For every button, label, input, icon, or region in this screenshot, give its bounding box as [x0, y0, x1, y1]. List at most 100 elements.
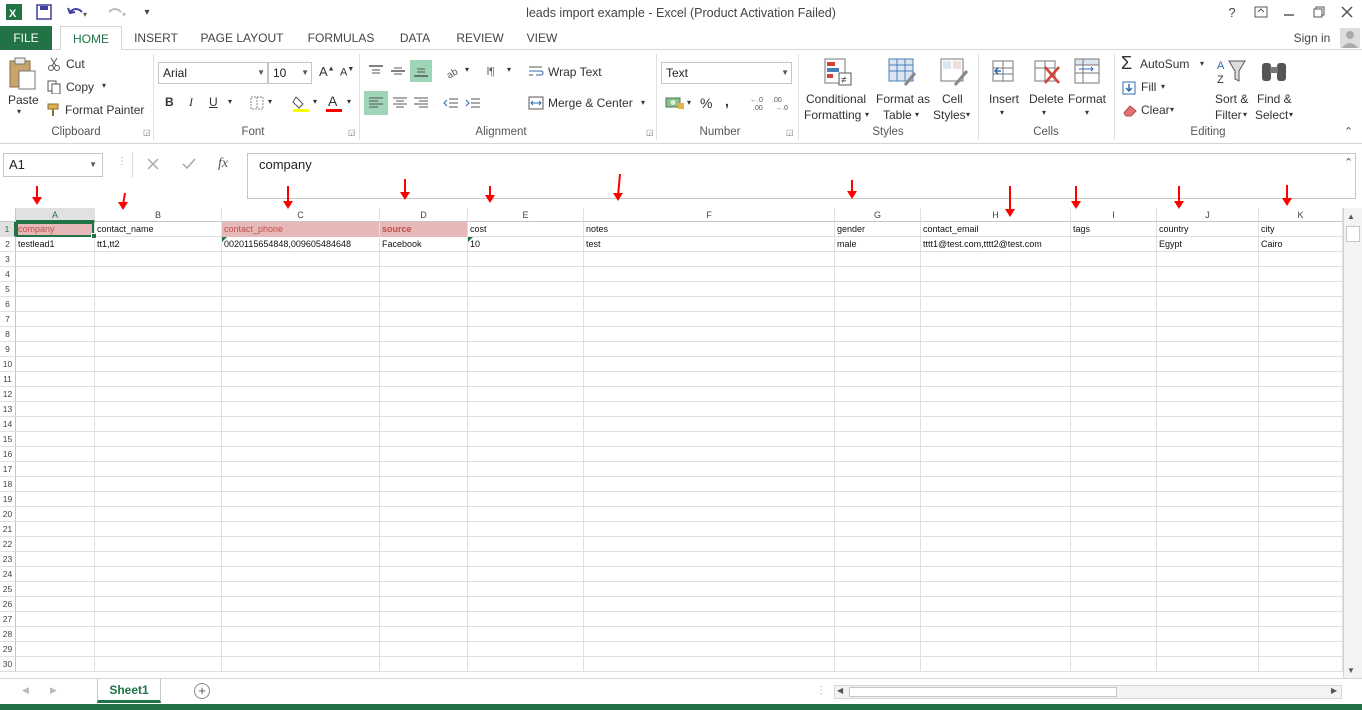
tab-file[interactable]: FILE — [0, 26, 52, 50]
insert-cells-icon[interactable] — [988, 56, 1020, 88]
accounting-dropdown-icon[interactable]: ▾ — [687, 98, 691, 107]
tab-view[interactable]: VIEW — [520, 26, 564, 50]
format-as-table-icon[interactable] — [886, 56, 918, 88]
conditional-formatting-icon[interactable]: ≠ — [822, 56, 854, 88]
sort-filter-dropdown-icon[interactable]: ▾ — [1243, 110, 1247, 119]
middle-align-icon[interactable] — [388, 62, 408, 80]
column-header[interactable]: I — [1071, 208, 1157, 222]
cell[interactable]: test — [584, 237, 834, 252]
bottom-align-icon[interactable] — [410, 60, 432, 82]
font-size-select[interactable]: 10 ▼ — [268, 62, 312, 84]
decrease-font-icon[interactable]: A▼ — [340, 66, 354, 79]
clear-button[interactable]: Clear — [1141, 103, 1170, 117]
row-header[interactable]: 3 — [0, 252, 16, 267]
wrap-text-icon[interactable] — [527, 62, 545, 80]
prev-sheet-icon[interactable]: ◀ — [22, 685, 29, 696]
text-direction-icon[interactable]: ¶ — [485, 62, 505, 80]
cell[interactable]: contact_email — [921, 222, 1070, 237]
row-header[interactable]: 1 — [0, 222, 16, 237]
cut-icon[interactable] — [46, 56, 62, 72]
delete-dropdown-icon[interactable]: ▾ — [1042, 108, 1046, 117]
copy-icon[interactable] — [46, 79, 62, 95]
percent-style-button[interactable]: % — [700, 95, 712, 111]
comma-style-button[interactable]: , — [725, 93, 729, 109]
ribbon-display-icon[interactable] — [1252, 3, 1270, 21]
alignment-launcher-icon[interactable]: ◲ — [646, 128, 654, 137]
cell[interactable]: tttt1@test.com,tttt2@test.com — [921, 237, 1070, 252]
cell[interactable]: Egypt — [1157, 237, 1258, 252]
row-header[interactable]: 14 — [0, 417, 16, 432]
column-header[interactable]: G — [835, 208, 921, 222]
cell[interactable]: company — [16, 222, 94, 237]
align-left-icon[interactable] — [364, 91, 388, 115]
cell[interactable]: city — [1259, 222, 1342, 237]
orientation-icon[interactable]: ab — [444, 62, 464, 80]
formula-input[interactable]: company — [247, 153, 1356, 199]
row-header[interactable]: 21 — [0, 522, 16, 537]
autosum-dropdown-icon[interactable]: ▾ — [1200, 59, 1204, 68]
cell[interactable]: country — [1157, 222, 1258, 237]
cell[interactable]: contact_phone — [222, 222, 379, 237]
format-dropdown-icon[interactable]: ▾ — [1085, 108, 1089, 117]
paste-dropdown-icon[interactable]: ▾ — [17, 107, 21, 116]
merge-center-icon[interactable] — [527, 94, 545, 112]
format-painter-button[interactable]: Format Painter — [65, 103, 144, 117]
copy-dropdown-icon[interactable]: ▾ — [102, 81, 106, 90]
column-header[interactable]: K — [1259, 208, 1343, 222]
increase-indent-icon[interactable] — [463, 93, 483, 113]
scroll-left-icon[interactable]: ◀ — [837, 686, 843, 695]
fill-color-icon[interactable] — [291, 94, 311, 112]
row-header[interactable]: 5 — [0, 282, 16, 297]
row-header[interactable]: 26 — [0, 597, 16, 612]
tab-review[interactable]: REVIEW — [450, 26, 510, 50]
column-header[interactable]: D — [380, 208, 468, 222]
row-header[interactable]: 29 — [0, 642, 16, 657]
error-indicator-icon[interactable] — [468, 237, 473, 242]
sign-in-link[interactable]: Sign in — [1290, 26, 1334, 50]
collapse-ribbon-icon[interactable]: ⌃ — [1344, 125, 1353, 138]
top-align-icon[interactable] — [366, 62, 386, 80]
column-header[interactable]: J — [1157, 208, 1259, 222]
clipboard-launcher-icon[interactable]: ◲ — [143, 128, 151, 137]
cell[interactable]: tt1,tt2 — [95, 237, 221, 252]
paste-icon[interactable] — [6, 56, 38, 92]
borders-dropdown-icon[interactable]: ▾ — [268, 97, 272, 106]
row-header[interactable]: 22 — [0, 537, 16, 552]
horizontal-scrollbar-thumb[interactable] — [849, 687, 1117, 697]
paste-button[interactable]: Paste — [8, 93, 39, 107]
row-header[interactable]: 23 — [0, 552, 16, 567]
cell-styles-icon[interactable] — [938, 56, 970, 88]
clear-dropdown-icon[interactable]: ▾ — [1170, 105, 1174, 114]
row-header[interactable]: 17 — [0, 462, 16, 477]
horizontal-scrollbar[interactable]: ◀ ▶ — [834, 685, 1342, 699]
next-sheet-icon[interactable]: ▶ — [50, 685, 57, 696]
spreadsheet-grid[interactable]: A B C D E F G H I J K 1 2 3 4 5 6 7 8 9 10 11 12 13 14 15 16 17 18 19… — [0, 208, 1343, 678]
bold-button[interactable]: B — [165, 95, 174, 109]
number-format-select[interactable]: Text ▼ — [661, 62, 792, 84]
delete-cells-button[interactable]: Delete — [1029, 92, 1064, 106]
cell[interactable]: source — [380, 222, 467, 237]
tab-home[interactable]: HOME — [60, 26, 122, 51]
cell-styles-button[interactable]: Cell — [942, 92, 963, 106]
format-as-table-dropdown-icon[interactable]: ▾ — [915, 110, 919, 119]
increase-decimal-icon[interactable]: ←.0.00 — [750, 94, 770, 112]
cell[interactable] — [1071, 237, 1156, 252]
merge-center-button[interactable]: Merge & Center — [548, 96, 633, 110]
row-header[interactable]: 6 — [0, 297, 16, 312]
tab-formulas[interactable]: FORMULAS — [300, 26, 382, 50]
orientation-dropdown-icon[interactable]: ▾ — [465, 65, 469, 74]
fill-dropdown-icon[interactable]: ▾ — [1161, 82, 1165, 91]
autosum-button[interactable]: AutoSum — [1140, 57, 1189, 71]
underline-button[interactable]: U — [209, 95, 218, 109]
merge-dropdown-icon[interactable]: ▾ — [641, 98, 645, 107]
row-header[interactable]: 25 — [0, 582, 16, 597]
increase-font-icon[interactable]: A▲ — [319, 64, 335, 79]
autosum-icon[interactable]: Σ — [1121, 53, 1132, 74]
format-painter-icon[interactable] — [46, 102, 62, 118]
row-header[interactable]: 8 — [0, 327, 16, 342]
minimize-icon[interactable] — [1280, 3, 1298, 21]
fill-icon[interactable] — [1121, 80, 1137, 96]
row-header[interactable]: 7 — [0, 312, 16, 327]
row-header[interactable]: 4 — [0, 267, 16, 282]
help-icon[interactable]: ? — [1224, 3, 1240, 21]
